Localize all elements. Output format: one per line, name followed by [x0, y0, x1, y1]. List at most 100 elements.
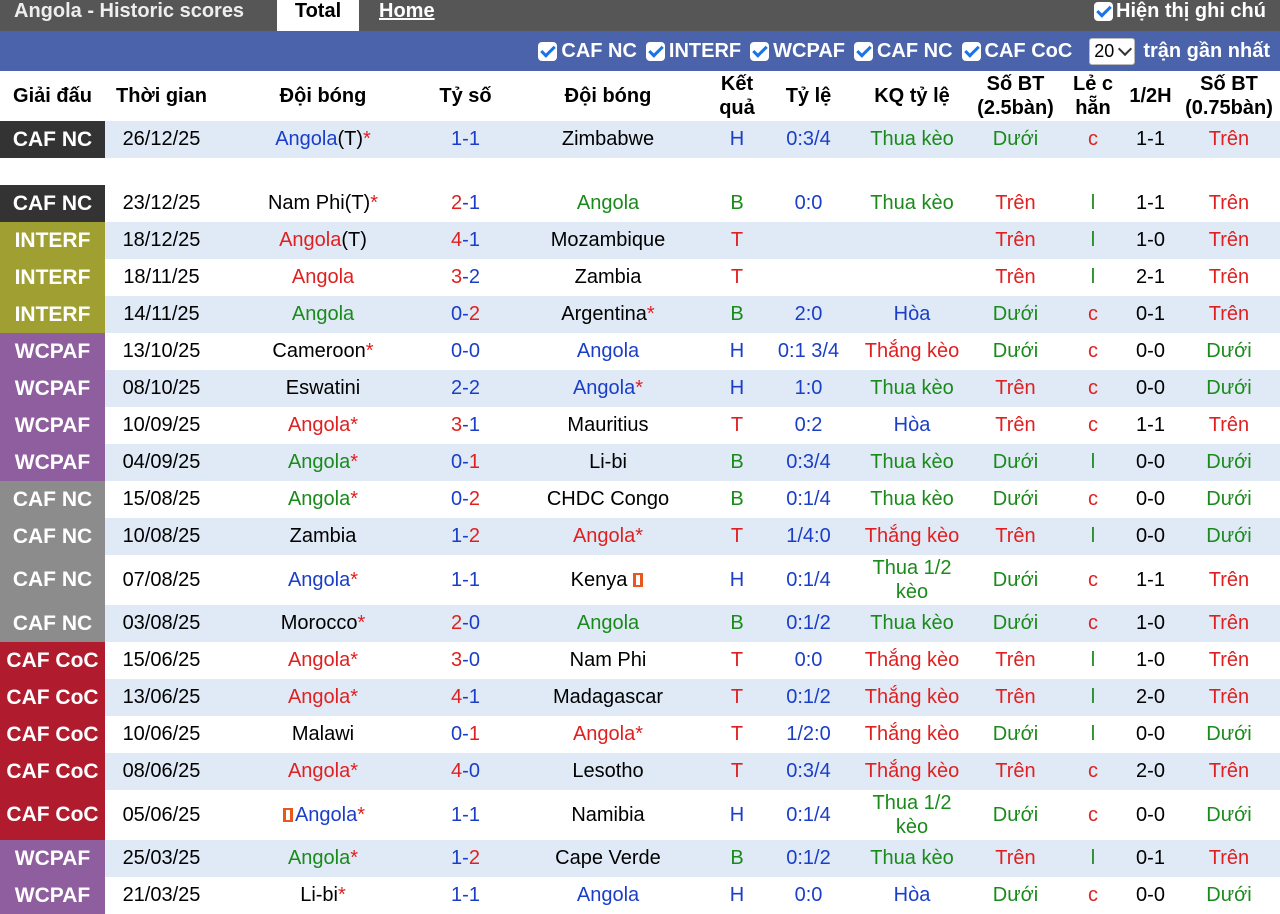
filter-checkbox[interactable]: CAF NC	[538, 40, 637, 63]
odd-even: c	[1063, 370, 1123, 407]
home-team[interactable]: Morocco*	[218, 605, 428, 642]
tab-home[interactable]: Home	[379, 0, 435, 22]
table-row[interactable]: WCPAF 21/03/25 Li-bi* 1-1 Angola H 0:0 Hòa Dưới c…	[0, 877, 1280, 914]
home-team[interactable]: Zambia	[218, 518, 428, 555]
away-team[interactable]: Angola*	[503, 370, 713, 407]
score-away: 1	[468, 451, 480, 473]
filter-checkbox[interactable]: CAF CoC	[961, 40, 1072, 63]
half-time-score: 1-0	[1123, 222, 1178, 259]
table-row[interactable]: WCPAF 10/09/25 Angola* 3-1 Mauritius T 0:2 Hòa T…	[0, 407, 1280, 444]
score-sep: -	[462, 847, 469, 869]
home-team[interactable]: Angola*	[218, 790, 428, 840]
league-badge: CAF NC	[0, 185, 105, 222]
home-team[interactable]: Cameroon*	[218, 333, 428, 370]
checkbox-icon[interactable]	[853, 41, 873, 61]
table-row[interactable]: INTERF 14/11/25 Angola 0-2 Argentina* B 2:0 Hòa…	[0, 296, 1280, 333]
away-team[interactable]: Angola*	[503, 518, 713, 555]
away-team[interactable]: Namibia	[503, 790, 713, 840]
home-team[interactable]: Nam Phi(T)*	[218, 185, 428, 222]
checkbox-icon[interactable]	[1094, 1, 1113, 21]
ad-banner-link[interactable]: SUNCITY888.COM- TỶ LỆ THẮNG CỰC CAO , LỐ…	[105, 158, 1178, 185]
home-team[interactable]: Malawi	[218, 716, 428, 753]
home-team[interactable]: Li-bi*	[218, 877, 428, 914]
away-team[interactable]: Cape Verde	[503, 840, 713, 877]
over-under-25: Dưới	[968, 296, 1063, 333]
show-notes-toggle[interactable]: Hiện thị ghi chú	[1094, 0, 1266, 22]
score-sep: -	[462, 192, 469, 214]
table-row[interactable]: WCPAF 04/09/25 Angola* 0-1 Li-bi B 0:3/4 Thua k…	[0, 444, 1280, 481]
col-result: Kết quả	[713, 71, 761, 121]
filter-checkbox[interactable]: CAF NC	[853, 40, 953, 63]
table-row[interactable]: CAF NC 15/08/25 Angola* 0-2 CHDC Congo B 0:1/4…	[0, 481, 1280, 518]
home-team[interactable]: Eswatini	[218, 370, 428, 407]
score-away: 2	[468, 525, 480, 547]
home-team[interactable]: Angola*	[218, 444, 428, 481]
filter-checkbox[interactable]: INTERF	[645, 40, 741, 63]
away-team-name: Angola	[572, 723, 636, 745]
away-team[interactable]: Angola	[503, 605, 713, 642]
ad-banner-row[interactable]: SUNCITY888.COM- TỶ LỆ THẮNG CỰC CAO , LỐ…	[0, 158, 1280, 185]
over-under-25: Trên	[968, 642, 1063, 679]
odd-even: c	[1063, 605, 1123, 642]
match-result: H	[713, 790, 761, 840]
table-row[interactable]: INTERF 18/11/25 Angola 3-2 Zambia T Trên l 2-1 Tr…	[0, 259, 1280, 296]
match-count-select[interactable]: 20	[1089, 37, 1136, 65]
away-team[interactable]: Argentina*	[503, 296, 713, 333]
table-row[interactable]: CAF CoC 10/06/25 Malawi 0-1 Angola* T 1/2:0 Thắ…	[0, 716, 1280, 753]
over-under-25: Trên	[968, 518, 1063, 555]
table-row[interactable]: CAF CoC 13/06/25 Angola* 4-1 Madagascar T 0:1/…	[0, 679, 1280, 716]
home-team[interactable]: Angola*	[218, 642, 428, 679]
away-team[interactable]: Madagascar	[503, 679, 713, 716]
score: 1-2	[428, 840, 503, 877]
away-team[interactable]: Angola	[503, 185, 713, 222]
filter-checkbox[interactable]: WCPAF	[750, 40, 845, 63]
checkbox-icon[interactable]	[750, 41, 770, 61]
away-team[interactable]: Nam Phi	[503, 642, 713, 679]
table-row[interactable]: CAF CoC 15/06/25 Angola* 3-0 Nam Phi T 0:0 Thắn…	[0, 642, 1280, 679]
table-row[interactable]: WCPAF 08/10/25 Eswatini 2-2 Angola* H 1:0 Thua …	[0, 370, 1280, 407]
score-away: 2	[468, 847, 480, 869]
home-team[interactable]: Angola	[218, 259, 428, 296]
table-row[interactable]: CAF CoC 05/06/25 Angola* 1-1 Namibia H 0:1/4 Th…	[0, 790, 1280, 840]
checkbox-icon[interactable]	[645, 41, 665, 61]
checkbox-icon[interactable]	[961, 41, 981, 61]
table-row[interactable]: WCPAF 25/03/25 Angola* 1-2 Cape Verde B 0:1/2 T…	[0, 840, 1280, 877]
away-team[interactable]: Lesotho	[503, 753, 713, 790]
home-team[interactable]: Angola	[218, 296, 428, 333]
home-team[interactable]: Angola(T)*	[218, 121, 428, 158]
home-team[interactable]: Angola*	[218, 407, 428, 444]
table-row[interactable]: WCPAF 13/10/25 Cameroon* 0-0 Angola H 0:1 3/4 T…	[0, 333, 1280, 370]
table-row[interactable]: CAF CoC 08/06/25 Angola* 4-0 Lesotho T 0:3/4 Th…	[0, 753, 1280, 790]
home-team[interactable]: Angola*	[218, 679, 428, 716]
away-team[interactable]: Mauritius	[503, 407, 713, 444]
away-team[interactable]: Zimbabwe	[503, 121, 713, 158]
table-row[interactable]: CAF NC 23/12/25 Nam Phi(T)* 2-1 Angola B 0:0 Th…	[0, 185, 1280, 222]
away-team[interactable]: Angola*	[503, 716, 713, 753]
checkbox-icon[interactable]	[538, 41, 558, 61]
away-team[interactable]: Zambia	[503, 259, 713, 296]
home-team[interactable]: Angola*	[218, 753, 428, 790]
home-team[interactable]: Angola*	[218, 481, 428, 518]
home-team[interactable]: Angola*	[218, 840, 428, 877]
table-row[interactable]: CAF NC 10/08/25 Zambia 1-2 Angola* T 1/4:0 Thắn…	[0, 518, 1280, 555]
away-team[interactable]: Li-bi	[503, 444, 713, 481]
score: 0-1	[428, 444, 503, 481]
away-team[interactable]: Angola	[503, 877, 713, 914]
score-away: 1	[468, 803, 480, 826]
match-date: 18/11/25	[105, 259, 218, 296]
away-team[interactable]: Kenya	[503, 555, 713, 605]
table-row[interactable]: CAF NC 03/08/25 Morocco* 2-0 Angola B 0:1/2 Thu…	[0, 605, 1280, 642]
odds	[761, 259, 856, 296]
tab-total[interactable]: Total	[277, 0, 359, 31]
away-team[interactable]: Mozambique	[503, 222, 713, 259]
table-row[interactable]: CAF NC 26/12/25 Angola(T)* 1-1 Zimbabwe H 0:3/…	[0, 121, 1280, 158]
away-team[interactable]: Angola	[503, 333, 713, 370]
table-row[interactable]: CAF NC 07/08/25 Angola* 1-1 Kenya H 0:1/4 Thua …	[0, 555, 1280, 605]
table-row[interactable]: INTERF 18/12/25 Angola(T) 4-1 Mozambique T Trê…	[0, 222, 1280, 259]
away-team[interactable]: CHDC Congo	[503, 481, 713, 518]
chevron-down-icon	[1118, 41, 1133, 57]
show-notes-label: Hiện thị ghi chú	[1116, 0, 1266, 22]
home-team-name: Li-bi	[300, 884, 338, 906]
home-team[interactable]: Angola(T)	[218, 222, 428, 259]
home-team[interactable]: Angola*	[218, 555, 428, 605]
